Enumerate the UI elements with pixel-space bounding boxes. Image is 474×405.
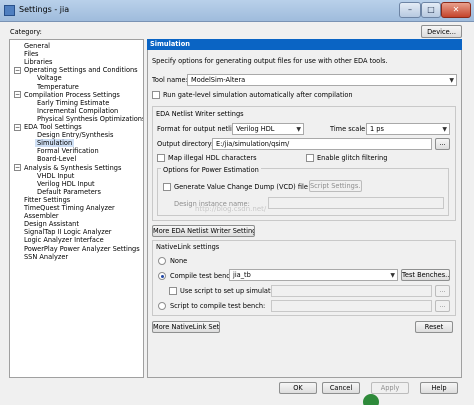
more-nativelink-settings-button[interactable]: More NativeLink Settings...	[152, 321, 220, 333]
none-radio[interactable]	[158, 257, 166, 265]
tree-item[interactable]: Early Timing Estimate	[37, 99, 109, 107]
window-title: Settings - jia	[19, 5, 70, 14]
tree-item[interactable]: Design Entry/Synthesis	[37, 131, 113, 139]
use-script-label: Use script to set up simulation:	[180, 287, 283, 295]
script-compile-input[interactable]	[271, 300, 432, 312]
use-script-checkbox[interactable]	[169, 287, 177, 295]
tree-item[interactable]: PowerPlay Power Analyzer Settings	[24, 245, 140, 253]
time-scale-select[interactable]: 1 ps ▼	[366, 123, 450, 135]
app-icon	[4, 5, 15, 16]
tool-name-select[interactable]: ModelSim-Altera ▼	[187, 74, 457, 86]
power-group-title: Options for Power Estimation	[161, 166, 261, 174]
format-label: Format for output netlist:	[157, 125, 241, 133]
tree-item[interactable]: Formal Verification	[37, 147, 99, 155]
chevron-down-icon: ▼	[296, 126, 301, 133]
minimize-button[interactable]: –	[399, 2, 421, 18]
tree-item[interactable]: SignalTap II Logic Analyzer	[24, 228, 112, 236]
run-gate-level-label: Run gate-level simulation automatically …	[163, 91, 353, 99]
script-compile-radio[interactable]	[158, 302, 166, 310]
script-compile-label: Script to compile test bench:	[170, 302, 266, 310]
tree-item[interactable]: Design Assistant	[24, 220, 79, 228]
nativelink-section-title: NativeLink settings	[156, 243, 220, 251]
compile-test-bench-radio[interactable]	[158, 272, 166, 280]
tree-expander-icon[interactable]: −	[14, 164, 21, 171]
tree-item[interactable]: Compilation Process Settings	[24, 91, 120, 99]
test-benches-button[interactable]: Test Benches...	[401, 269, 450, 281]
tree-item[interactable]: Fitter Settings	[24, 196, 70, 204]
tree-item[interactable]: Assembler	[24, 212, 59, 220]
time-scale-label: Time scale:	[330, 125, 368, 133]
panel-description: Specify options for generating output fi…	[152, 57, 388, 65]
generate-vcd-label: Generate Value Change Dump (VCD) file sc…	[174, 183, 329, 191]
category-tree[interactable]: General Files Libraries − Operating Settings…	[9, 39, 144, 378]
tree-item[interactable]: EDA Tool Settings	[24, 123, 82, 131]
tree-expander-icon[interactable]: −	[14, 91, 21, 99]
chevron-down-icon: ▼	[442, 126, 447, 133]
tool-name-label: Tool name:	[152, 76, 188, 84]
watermark-logo	[363, 394, 379, 405]
watermark: http://blog.csdn.net/	[195, 205, 267, 213]
apply-button[interactable]: Apply	[371, 382, 409, 394]
output-dir-input[interactable]: E:/jia/simulation/qsim/	[212, 138, 432, 150]
chevron-down-icon: ▼	[449, 77, 454, 84]
help-button[interactable]: Help	[420, 382, 458, 394]
none-label: None	[170, 257, 188, 265]
design-instance-input[interactable]	[268, 197, 444, 209]
tree-item[interactable]: Operating Settings and Conditions	[24, 66, 138, 74]
tree-item[interactable]: TimeQuest Timing Analyzer	[24, 204, 115, 212]
map-illegal-checkbox[interactable]	[157, 154, 165, 162]
compile-tb-value: jia_tb	[233, 271, 251, 279]
tree-item[interactable]: General	[24, 42, 50, 50]
time-scale-value: 1 ps	[370, 125, 384, 133]
cancel-button[interactable]: Cancel	[322, 382, 360, 394]
tree-item[interactable]: Verilog HDL Input	[37, 180, 95, 188]
more-eda-settings-button[interactable]: More EDA Netlist Writer Settings...	[152, 225, 255, 237]
tree-item[interactable]: Logic Analyzer Interface	[24, 236, 104, 244]
tree-item[interactable]: Physical Synthesis Optimizations	[37, 115, 143, 123]
output-dir-label: Output directory:	[157, 140, 214, 148]
category-label: Category:	[10, 28, 42, 36]
format-value: Verilog HDL	[236, 125, 275, 133]
reset-button[interactable]: Reset	[415, 321, 453, 333]
generate-vcd-checkbox[interactable]	[163, 183, 171, 191]
tree-item[interactable]: Temperature	[37, 83, 79, 91]
map-illegal-label: Map illegal HDL characters	[168, 154, 257, 162]
tool-name-value: ModelSim-Altera	[191, 76, 246, 84]
run-gate-level-checkbox[interactable]	[152, 91, 160, 99]
enable-glitch-label: Enable glitch filtering	[317, 154, 388, 162]
close-button[interactable]: ✕	[441, 2, 471, 18]
tree-item[interactable]: Default Parameters	[37, 188, 101, 196]
tree-item[interactable]: Voltage	[37, 74, 62, 82]
use-script-browse-button[interactable]: ...	[435, 285, 450, 297]
tree-item[interactable]: VHDL Input	[37, 172, 74, 180]
panel-title: Simulation	[147, 39, 462, 50]
tree-item[interactable]: SSN Analyzer	[24, 253, 68, 261]
ok-button[interactable]: OK	[279, 382, 317, 394]
format-select[interactable]: Verilog HDL ▼	[232, 123, 304, 135]
compile-tb-label: Compile test bench:	[170, 272, 237, 280]
tree-expander-icon[interactable]: −	[14, 66, 21, 74]
device-button[interactable]: Device...	[421, 25, 462, 38]
enable-glitch-checkbox[interactable]	[306, 154, 314, 162]
script-settings-button[interactable]: Script Settings...	[309, 180, 362, 192]
compile-tb-select[interactable]: jia_tb ▼	[229, 269, 398, 281]
chevron-down-icon: ▼	[390, 272, 395, 279]
maximize-button[interactable]: □	[421, 2, 441, 18]
tree-item[interactable]: Analysis & Synthesis Settings	[24, 164, 121, 172]
netlist-section-title: EDA Netlist Writer settings	[156, 110, 244, 118]
output-dir-browse-button[interactable]: ...	[435, 138, 450, 150]
script-compile-browse-button[interactable]: ...	[435, 300, 450, 312]
tree-item[interactable]: Libraries	[24, 58, 52, 66]
tree-item[interactable]: Incremental Compilation	[37, 107, 118, 115]
tree-expander-icon[interactable]: −	[14, 123, 21, 131]
tree-item[interactable]: Files	[24, 50, 38, 58]
use-script-input[interactable]	[271, 285, 432, 297]
tree-item[interactable]: Board-Level	[37, 155, 76, 163]
tree-item[interactable]: Simulation	[35, 139, 75, 148]
title-bar: Settings - jia – □ ✕	[0, 0, 474, 22]
